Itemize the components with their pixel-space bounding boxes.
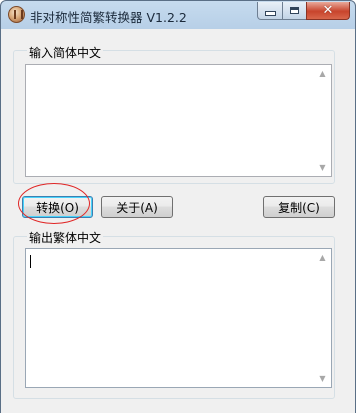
- scroll-up-icon[interactable]: ▲: [314, 249, 331, 266]
- scroll-down-icon[interactable]: ▼: [314, 159, 331, 176]
- title-bar[interactable]: 非对称性简繁转换器 V1.2.2 ✕: [1, 1, 355, 29]
- input-group-label: 输入简体中文: [27, 44, 104, 61]
- scroll-down-icon[interactable]: ▼: [314, 370, 331, 387]
- copy-button[interactable]: 复制(C): [263, 196, 335, 218]
- app-icon[interactable]: [8, 6, 25, 23]
- window-title: 非对称性简繁转换器 V1.2.2: [30, 10, 187, 25]
- maximize-button[interactable]: [282, 2, 307, 20]
- close-button[interactable]: ✕: [306, 2, 350, 20]
- input-scrollbar[interactable]: ▲ ▼: [314, 65, 331, 176]
- scroll-up-icon[interactable]: ▲: [314, 65, 331, 82]
- close-icon: ✕: [322, 3, 334, 18]
- minimize-button[interactable]: [257, 2, 283, 20]
- output-textarea[interactable]: ▲ ▼: [25, 248, 332, 388]
- minimize-icon: [264, 11, 276, 16]
- text-caret: [30, 255, 31, 268]
- output-group-label: 输出繁体中文: [27, 229, 104, 246]
- convert-button[interactable]: 转换(O): [22, 196, 93, 218]
- about-button[interactable]: 关于(A): [101, 196, 173, 218]
- input-textarea[interactable]: ▲ ▼: [25, 64, 332, 177]
- maximize-icon: [290, 7, 299, 14]
- output-scrollbar[interactable]: ▲ ▼: [314, 249, 331, 387]
